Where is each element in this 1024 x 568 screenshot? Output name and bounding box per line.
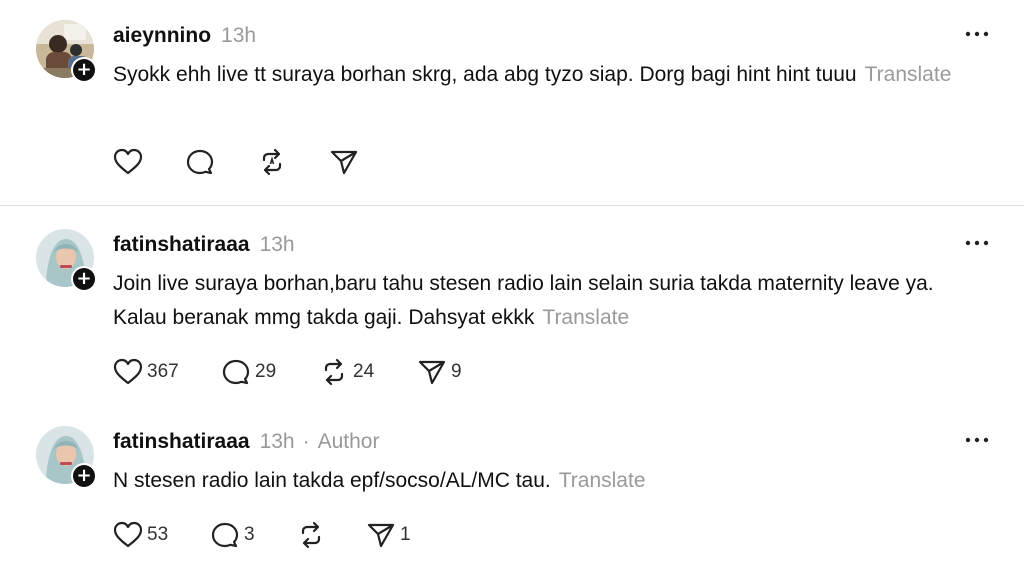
share-button[interactable]: 1 bbox=[366, 521, 438, 549]
heart-icon bbox=[113, 358, 143, 385]
follow-button[interactable]: + bbox=[71, 463, 97, 489]
more-options-icon[interactable] bbox=[963, 430, 991, 450]
heart-icon bbox=[113, 148, 143, 175]
post-text: Syokk ehh live tt suraya borhan skrg, ad… bbox=[113, 63, 857, 86]
username[interactable]: fatinshatiraaa bbox=[113, 233, 250, 257]
plus-icon: + bbox=[73, 59, 95, 81]
plus-icon: + bbox=[73, 465, 95, 487]
repost-count: 24 bbox=[353, 361, 375, 382]
post-header: aieynnino 13h bbox=[113, 22, 256, 50]
translate-link[interactable]: Translate bbox=[542, 306, 629, 329]
share-count: 9 bbox=[451, 361, 462, 382]
like-count: 367 bbox=[147, 361, 179, 382]
divider bbox=[0, 205, 1024, 206]
like-button[interactable]: 367 bbox=[113, 358, 221, 386]
send-icon bbox=[367, 523, 395, 548]
reply-count: 29 bbox=[255, 361, 277, 382]
repost-icon bbox=[301, 521, 321, 549]
comment-icon bbox=[222, 359, 250, 385]
post-body: N stesen radio lain takda epf/socso/AL/M… bbox=[113, 464, 973, 498]
plus-icon: + bbox=[73, 268, 95, 290]
author-badge: Author bbox=[317, 430, 380, 453]
post-header: fatinshatiraaa 13h bbox=[113, 231, 295, 259]
repost-button[interactable] bbox=[257, 148, 329, 176]
comment-icon bbox=[211, 522, 239, 548]
separator: · bbox=[302, 430, 310, 453]
share-count: 1 bbox=[400, 524, 411, 545]
share-button[interactable] bbox=[329, 148, 401, 176]
comment-icon bbox=[186, 149, 214, 175]
repost-icon bbox=[262, 148, 282, 176]
username[interactable]: aieynnino bbox=[113, 24, 211, 48]
share-button[interactable]: 9 bbox=[417, 358, 489, 386]
action-bar bbox=[113, 147, 401, 177]
username[interactable]: fatinshatiraaa bbox=[113, 430, 250, 454]
post-header: fatinshatiraaa 13h · Author bbox=[113, 428, 379, 456]
follow-button[interactable]: + bbox=[71, 266, 97, 292]
like-count: 53 bbox=[147, 524, 169, 545]
action-bar: 53 3 1 bbox=[113, 520, 438, 550]
reply-button[interactable] bbox=[185, 148, 257, 176]
post-body: Join live suraya borhan,baru tahu stesen… bbox=[113, 267, 973, 335]
timestamp[interactable]: 13h bbox=[260, 233, 295, 257]
like-button[interactable]: 53 bbox=[113, 521, 210, 549]
post-body: Syokk ehh live tt suraya borhan skrg, ad… bbox=[113, 58, 973, 92]
send-icon bbox=[418, 360, 446, 385]
repost-button[interactable] bbox=[296, 521, 366, 549]
more-options-icon[interactable] bbox=[963, 24, 991, 44]
repost-icon bbox=[324, 358, 344, 386]
translate-link[interactable]: Translate bbox=[559, 469, 646, 492]
reply-button[interactable]: 3 bbox=[210, 521, 296, 549]
translate-link[interactable]: Translate bbox=[865, 63, 952, 86]
post-text: N stesen radio lain takda epf/socso/AL/M… bbox=[113, 469, 551, 492]
post-text: Join live suraya borhan,baru tahu stesen… bbox=[113, 272, 934, 329]
repost-button[interactable]: 24 bbox=[319, 358, 417, 386]
heart-icon bbox=[113, 521, 143, 548]
timestamp[interactable]: 13h bbox=[260, 430, 295, 454]
action-bar: 367 29 24 9 bbox=[113, 357, 489, 387]
reply-count: 3 bbox=[244, 524, 255, 545]
timestamp[interactable]: 13h bbox=[221, 24, 256, 48]
more-options-icon[interactable] bbox=[963, 233, 991, 253]
send-icon bbox=[330, 150, 358, 175]
reply-button[interactable]: 29 bbox=[221, 358, 319, 386]
like-button[interactable] bbox=[113, 148, 185, 176]
follow-button[interactable]: + bbox=[71, 57, 97, 83]
